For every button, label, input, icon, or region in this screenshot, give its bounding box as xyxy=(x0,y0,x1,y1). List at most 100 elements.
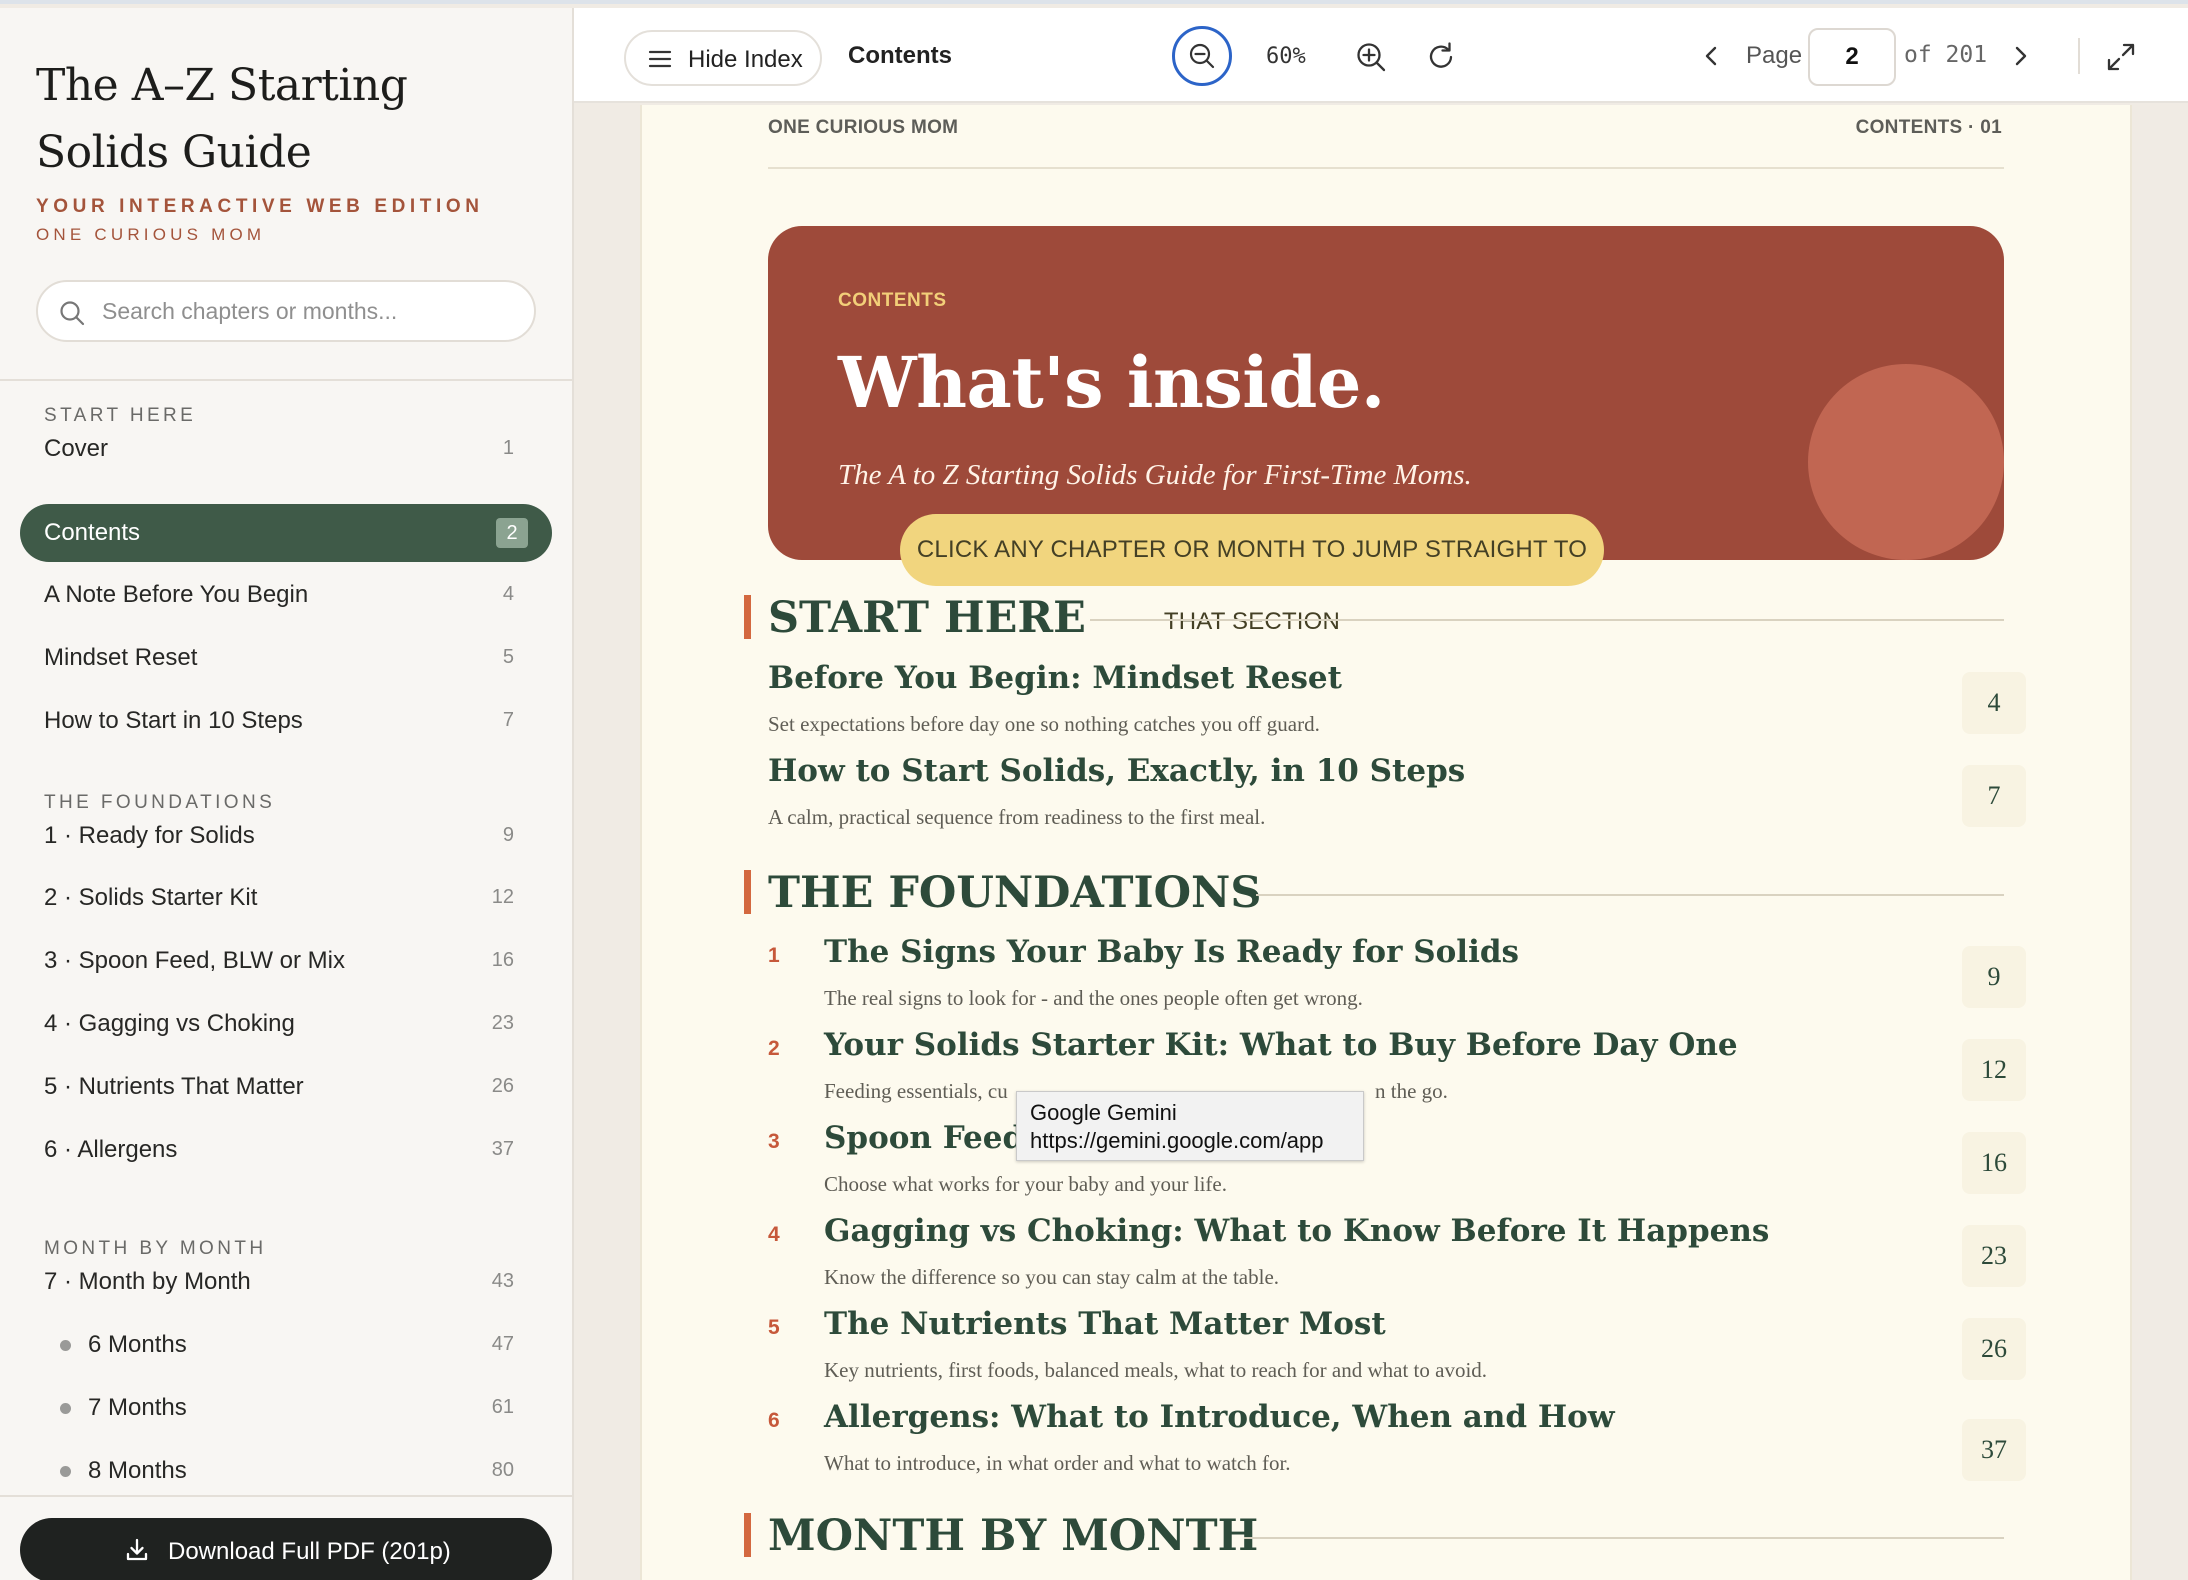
sidebar-item-nutrients[interactable]: 5 · Nutrients That Matter 26 xyxy=(20,1058,552,1116)
download-icon xyxy=(126,1538,148,1561)
sidebar-item-contents[interactable]: Contents 2 xyxy=(20,504,552,562)
sidebar-item-page: 2 xyxy=(496,518,528,548)
sidebar-item-page: 16 xyxy=(491,949,514,971)
section-rule xyxy=(1090,619,2004,621)
sidebar-item-7-months[interactable]: 7 Months 61 xyxy=(20,1379,552,1437)
sidebar-item-page: 4 xyxy=(502,583,514,605)
toc-entry-title: Gagging vs Choking: What to Know Before … xyxy=(824,1213,1770,1249)
tooltip-url: https://gemini.google.com/app xyxy=(1030,1128,1324,1153)
toc-entry-ready-for-solids[interactable]: 1 The Signs Your Baby Is Ready for Solid… xyxy=(768,934,2026,1020)
toc-entry-description: Set expectations before day one so nothi… xyxy=(768,712,1320,736)
sidebar-item-10-steps[interactable]: How to Start in 10 Steps 7 xyxy=(20,692,552,750)
bullet-icon xyxy=(60,1340,71,1351)
toc-entry-starter-kit[interactable]: 2 Your Solids Starter Kit: What to Buy B… xyxy=(768,1027,2026,1113)
search-input[interactable] xyxy=(102,282,522,340)
sidebar-item-label: Contents xyxy=(44,519,141,546)
sidebar-item-cover[interactable]: Cover 1 xyxy=(20,420,552,478)
decorative-circle xyxy=(1808,364,2004,560)
hide-index-button[interactable]: Hide Index xyxy=(624,30,822,86)
sidebar-bottom-divider xyxy=(0,1495,572,1497)
toc-entry-description: Feeding essentials, cu xyxy=(824,1079,1008,1103)
sidebar-item-label: How to Start in 10 Steps xyxy=(44,707,303,734)
sidebar-item-allergens[interactable]: 6 · Allergens 37 xyxy=(20,1121,552,1179)
running-header-section: CONTENTS · 01 xyxy=(1855,117,2002,138)
sidebar-item-6-months[interactable]: 6 Months 47 xyxy=(20,1316,552,1374)
toc-section-foundations[interactable]: THE FOUNDATIONS xyxy=(744,868,2004,918)
document-page: ONE CURIOUS MOM CONTENTS · 01 CONTENTS W… xyxy=(640,105,2132,1580)
sidebar-item-label: 1 · Ready for Solids xyxy=(44,822,255,849)
sidebar-item-mindset[interactable]: Mindset Reset 5 xyxy=(20,629,552,687)
page-number-input[interactable] xyxy=(1808,28,1896,86)
zoom-out-button[interactable] xyxy=(1172,26,1232,86)
section-accent-bar xyxy=(744,595,751,639)
toc-entry-page: 4 xyxy=(1962,672,2026,734)
toc-entry-nutrients[interactable]: 5 The Nutrients That Matter Most Key nut… xyxy=(768,1306,2026,1392)
contents-hero: CONTENTS What's inside. The A to Z Start… xyxy=(768,226,2004,560)
toc-entry-page: 23 xyxy=(1962,1225,2026,1287)
toc-entry-description: Key nutrients, first foods, balanced mea… xyxy=(824,1358,1488,1382)
toc-entry-10-steps[interactable]: How to Start Solids, Exactly, in 10 Step… xyxy=(768,753,2026,839)
sidebar-item-note[interactable]: A Note Before You Begin 4 xyxy=(20,566,552,624)
viewer-toolbar: Hide Index Contents 60% Page of 201 xyxy=(574,8,2188,103)
toc-entry-allergens[interactable]: 6 Allergens: What to Introduce, When and… xyxy=(768,1399,2026,1485)
sidebar-item-label: 5 · Nutrients That Matter xyxy=(44,1073,304,1100)
chevron-right-icon[interactable] xyxy=(2006,42,2034,70)
hero-subtitle: The A to Z Starting Solids Guide for Fir… xyxy=(838,459,1472,491)
sidebar: The A–Z Starting Solids Guide YOUR INTER… xyxy=(0,8,574,1580)
download-pdf-button[interactable]: Download Full PDF (201p) xyxy=(20,1518,552,1580)
section-rule xyxy=(1244,1537,2004,1539)
sidebar-item-page: 5 xyxy=(502,646,514,668)
sidebar-item-8-months[interactable]: 8 Months 80 xyxy=(20,1442,552,1495)
toc-entry-gagging[interactable]: 4 Gagging vs Choking: What to Know Befor… xyxy=(768,1213,2026,1299)
sidebar-item-page: 80 xyxy=(491,1459,514,1481)
sidebar-item-spoon-feed[interactable]: 3 · Spoon Feed, BLW or Mix 16 xyxy=(20,932,552,990)
sidebar-item-label: Mindset Reset xyxy=(44,644,198,671)
sidebar-item-page: 12 xyxy=(491,886,514,908)
jump-instruction-banner: CLICK ANY CHAPTER OR MONTH TO JUMP STRAI… xyxy=(900,514,1604,635)
toc-entry-title: The Signs Your Baby Is Ready for Solids xyxy=(824,934,1519,970)
section-heading: START HERE xyxy=(768,593,1086,643)
toc-entry-title: Spoon Feed, xyxy=(824,1120,1035,1156)
toc-section-start-here[interactable]: START HERE xyxy=(744,593,2004,643)
sidebar-item-page: 7 xyxy=(502,709,514,731)
search-box[interactable] xyxy=(36,280,536,342)
sidebar-item-page: 26 xyxy=(491,1075,514,1097)
tooltip-title: Google Gemini xyxy=(1030,1100,1177,1125)
toc-entry-spoon-feed[interactable]: 3 Spoon Feed, Choose what works for your… xyxy=(768,1120,2026,1206)
guide-title-line2: Solids Guide xyxy=(36,127,312,178)
sidebar-item-page: 43 xyxy=(491,1270,514,1292)
sidebar-item-gagging[interactable]: 4 · Gagging vs Choking 23 xyxy=(20,995,552,1053)
toc-entry-description-tail: n the go. xyxy=(1375,1079,1448,1103)
chevron-left-icon[interactable] xyxy=(1698,42,1726,70)
link-tooltip: Google Gemini https://gemini.google.com/… xyxy=(1016,1091,1364,1161)
sidebar-nav: START HERE Cover 1 Contents 2 A Note Bef… xyxy=(0,381,572,1495)
sidebar-item-ready[interactable]: 1 · Ready for Solids 9 xyxy=(20,807,552,865)
toc-entry-page: 37 xyxy=(1962,1419,2026,1481)
sidebar-item-label: 4 · Gagging vs Choking xyxy=(44,1010,295,1037)
sidebar-item-starter-kit[interactable]: 2 · Solids Starter Kit 12 xyxy=(20,869,552,927)
sidebar-item-page: 61 xyxy=(491,1396,514,1418)
toc-entry-number: 4 xyxy=(768,1223,780,1246)
sidebar-item-label: A Note Before You Begin xyxy=(44,581,309,608)
sidebar-item-label: 2 · Solids Starter Kit xyxy=(44,884,258,911)
toc-entry-mindset-reset[interactable]: Before You Begin: Mindset Reset Set expe… xyxy=(768,660,2026,746)
zoom-in-icon[interactable] xyxy=(1354,40,1388,74)
toc-entry-title: Your Solids Starter Kit: What to Buy Bef… xyxy=(824,1027,1738,1063)
sidebar-item-label: 3 · Spoon Feed, BLW or Mix xyxy=(44,947,346,974)
sidebar-item-month-by-month[interactable]: 7 · Month by Month 43 xyxy=(20,1253,552,1311)
toc-entry-description: A calm, practical sequence from readines… xyxy=(768,805,1266,829)
rotate-icon[interactable] xyxy=(1424,40,1458,74)
section-heading: MONTH BY MONTH xyxy=(768,1511,1259,1561)
toc-entry-title: How to Start Solids, Exactly, in 10 Step… xyxy=(768,753,1466,789)
toc-entry-number: 3 xyxy=(768,1130,780,1153)
toolbar-divider xyxy=(2078,38,2080,74)
fullscreen-icon[interactable] xyxy=(2104,40,2138,74)
toc-entry-title: Allergens: What to Introduce, When and H… xyxy=(824,1399,1615,1435)
current-section-label: Contents xyxy=(848,42,952,69)
edition-subtitle: YOUR INTERACTIVE WEB EDITION xyxy=(36,196,484,217)
hero-eyebrow: CONTENTS xyxy=(838,290,947,311)
toc-entry-number: 1 xyxy=(768,944,780,967)
menu-icon xyxy=(648,50,672,68)
toc-section-month-by-month[interactable]: MONTH BY MONTH xyxy=(744,1511,2004,1561)
search-icon xyxy=(60,301,85,326)
